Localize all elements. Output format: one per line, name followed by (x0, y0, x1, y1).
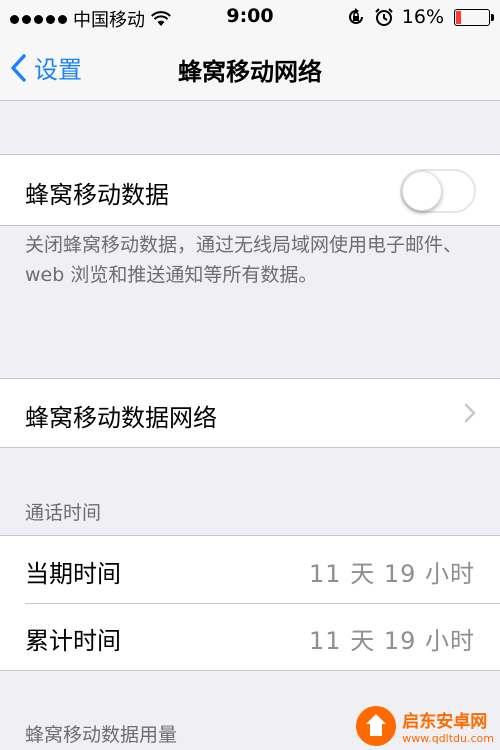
watermark-url: www.qdltdu.com (402, 732, 494, 745)
watermark: 启东安卓网 www.qdltdu.com (356, 706, 494, 746)
battery-level-fill (456, 10, 461, 24)
watermark-logo-icon (356, 706, 397, 746)
cellular-data-toggle[interactable] (400, 169, 476, 213)
rotation-lock-icon (348, 8, 363, 24)
lifetime-value: 11 天 19 小时 (309, 627, 475, 655)
status-bar: 中国移动 9:00 16% (0, 0, 500, 34)
battery-percent: 16% (401, 6, 444, 28)
cellular-data-cell: 蜂窝移动数据 (0, 154, 500, 226)
cellular-data-footnote: 关闭蜂窝移动数据，通过无线局域网使用电子邮件、web 浏览和推送通知等所有数据。 (25, 234, 463, 286)
cellular-usage-header: 蜂窝移动数据用量 (25, 724, 178, 746)
current-period-label: 当期时间 (25, 560, 121, 588)
call-time-header: 通话时间 (25, 502, 102, 524)
status-right: 16% (346, 6, 494, 28)
cellular-network-cell[interactable]: 蜂窝移动数据网络 (0, 378, 500, 448)
call-time-group: 当期时间 11 天 19 小时 累计时间 11 天 19 小时 (0, 535, 500, 671)
cellular-data-label: 蜂窝移动数据 (25, 181, 169, 209)
alarm-icon (375, 8, 393, 26)
current-period-value: 11 天 19 小时 (309, 560, 475, 588)
page-title: 蜂窝移动网络 (178, 58, 322, 86)
lifetime-label: 累计时间 (25, 627, 121, 655)
cellular-network-label: 蜂窝移动数据网络 (25, 404, 217, 432)
chevron-right-icon (464, 403, 476, 423)
toggle-knob (402, 171, 442, 211)
navigation-bar: 设置 蜂窝移动网络 (0, 34, 500, 101)
watermark-name: 启东安卓网 (402, 712, 488, 732)
battery-icon (454, 8, 494, 26)
row-separator (25, 603, 500, 604)
